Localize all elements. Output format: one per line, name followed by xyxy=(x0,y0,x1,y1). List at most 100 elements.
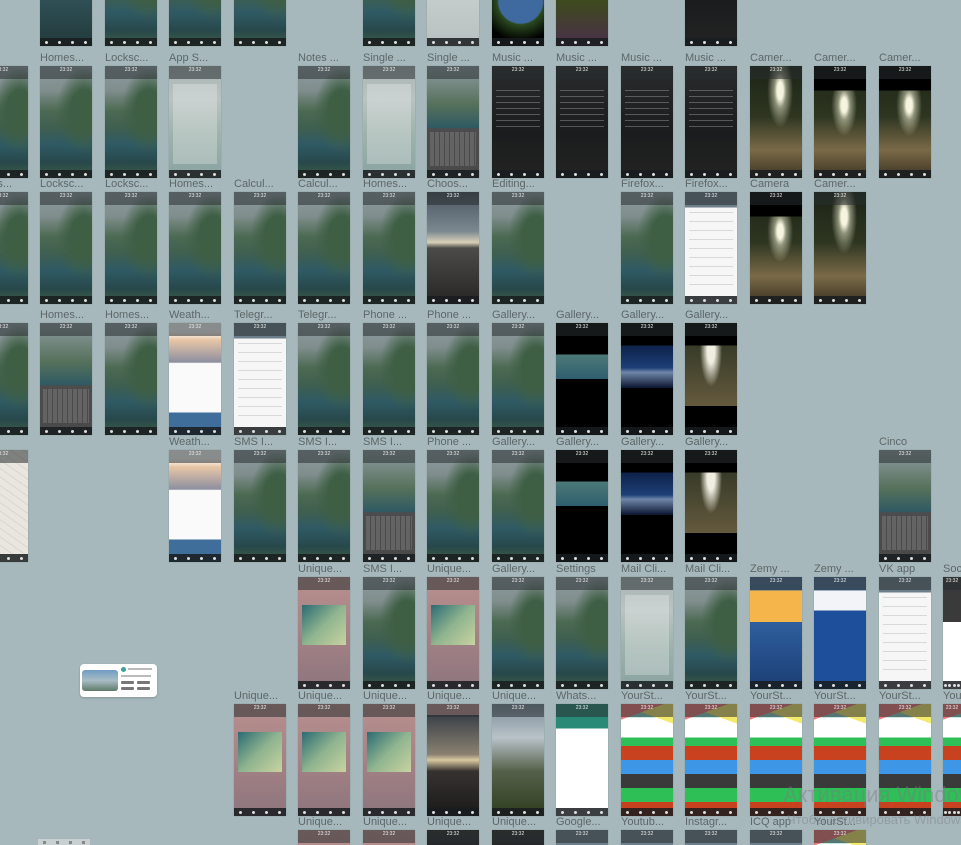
screen-frame-thumbnail[interactable]: 23:32 xyxy=(234,704,286,816)
screen-frame-thumbnail[interactable]: 23:32 xyxy=(621,192,673,304)
screen-frame-thumbnail[interactable]: 23:32 xyxy=(685,192,737,304)
screen-frame-thumbnail[interactable]: 23:32 xyxy=(105,192,157,304)
frame-label[interactable]: Whats... xyxy=(556,690,596,702)
frame-label[interactable]: Gallery... xyxy=(492,563,535,575)
frame-label[interactable]: SMS I... xyxy=(363,436,402,448)
frame-label[interactable]: Music ... xyxy=(492,52,533,64)
frame-label[interactable]: Homes... xyxy=(40,309,84,321)
screen-frame-thumbnail[interactable]: 23:32 xyxy=(492,192,544,304)
frame-label[interactable]: Gallery... xyxy=(492,309,535,321)
frame-label[interactable]: Homes... xyxy=(105,309,149,321)
frame-label[interactable]: SMS I... xyxy=(363,563,402,575)
screen-frame-thumbnail[interactable]: 23:32 xyxy=(621,323,673,435)
frame-label[interactable]: Camer... xyxy=(814,52,856,64)
frame-label[interactable]: Single ... xyxy=(427,52,470,64)
screen-frame-thumbnail[interactable]: 23:32 xyxy=(750,830,802,845)
screen-frame-thumbnail[interactable]: 23:32 xyxy=(298,830,350,845)
screen-frame-thumbnail[interactable]: 23:32 xyxy=(298,323,350,435)
screen-frame-thumbnail[interactable]: 23:32 xyxy=(492,66,544,178)
frame-label[interactable]: Firefox... xyxy=(621,178,664,190)
screen-frame-thumbnail[interactable]: 23:32 xyxy=(169,192,221,304)
tool-icon[interactable] xyxy=(43,840,46,844)
screen-frame-thumbnail[interactable]: 23:32 xyxy=(363,192,415,304)
screen-frame-thumbnail[interactable]: 23:32 xyxy=(427,66,479,178)
frame-label[interactable]: Locksc... xyxy=(40,178,83,190)
frame-label[interactable]: Camer... xyxy=(750,52,792,64)
frame-label[interactable]: Mail Cli... xyxy=(685,563,730,575)
screen-frame-thumbnail[interactable]: 23:32 xyxy=(685,0,737,46)
canvas-toolbar[interactable] xyxy=(38,839,90,845)
screen-frame-thumbnail[interactable]: 23:32 xyxy=(492,577,544,689)
screen-frame-thumbnail[interactable]: 23:32 xyxy=(556,450,608,562)
screen-frame-thumbnail[interactable]: 23:32 xyxy=(685,704,737,816)
screen-frame-thumbnail[interactable]: 23:32 xyxy=(556,577,608,689)
frame-label[interactable]: Youtub... xyxy=(621,816,664,828)
frame-label[interactable]: Calcul... xyxy=(234,178,274,190)
screen-frame-thumbnail[interactable]: 23:32 xyxy=(234,323,286,435)
screen-frame-thumbnail[interactable]: 23:32 xyxy=(363,577,415,689)
screen-frame-thumbnail[interactable]: 23:32 xyxy=(0,450,28,562)
frame-label[interactable]: Soc... xyxy=(943,563,961,575)
screen-frame-thumbnail[interactable]: 23:32 xyxy=(492,323,544,435)
screen-frame-thumbnail[interactable]: 23:32 xyxy=(0,66,28,178)
screen-frame-thumbnail[interactable]: 23:32 xyxy=(363,450,415,562)
frame-label[interactable]: YourSt... xyxy=(879,690,921,702)
screen-frame-thumbnail[interactable]: 23:32 xyxy=(105,0,157,46)
screen-frame-thumbnail[interactable]: 23:32 xyxy=(492,0,544,46)
frame-label[interactable]: Mail Cli... xyxy=(621,563,666,575)
frame-label[interactable]: YourSt... xyxy=(621,690,663,702)
screen-frame-thumbnail[interactable]: 23:32 xyxy=(492,450,544,562)
screen-frame-thumbnail[interactable]: 23:32 xyxy=(814,577,866,689)
frame-label[interactable]: Instagr... xyxy=(685,816,727,828)
screen-frame-thumbnail[interactable]: 23:32 xyxy=(685,323,737,435)
screen-frame-thumbnail[interactable]: 23:32 xyxy=(814,830,866,845)
screen-frame-thumbnail[interactable]: 23:32 xyxy=(685,450,737,562)
screen-frame-thumbnail[interactable]: 23:32 xyxy=(492,830,544,845)
frame-label[interactable]: Camer... xyxy=(814,178,856,190)
screen-frame-thumbnail[interactable]: 23:32 xyxy=(943,577,961,689)
frame-label[interactable]: Editing... xyxy=(492,178,535,190)
frame-label[interactable]: YourSt... xyxy=(685,690,727,702)
screen-frame-thumbnail[interactable]: 23:32 xyxy=(363,66,415,178)
frame-label[interactable]: VK app xyxy=(879,563,915,575)
frame-label[interactable]: Camera xyxy=(750,178,789,190)
screen-frame-thumbnail[interactable]: 23:32 xyxy=(556,323,608,435)
screen-frame-thumbnail[interactable]: 23:32 xyxy=(621,830,673,845)
frame-label[interactable]: Unique... xyxy=(427,563,471,575)
frame-label[interactable]: Phone ... xyxy=(427,436,471,448)
frame-label[interactable]: Telegr... xyxy=(298,309,337,321)
frame-label[interactable]: Cinco xyxy=(879,436,907,448)
screen-frame-thumbnail[interactable]: 23:32 xyxy=(40,323,92,435)
screen-frame-thumbnail[interactable]: 23:32 xyxy=(363,323,415,435)
frame-label[interactable]: Locksc... xyxy=(105,52,148,64)
screen-frame-thumbnail[interactable]: 23:32 xyxy=(556,704,608,816)
screen-frame-thumbnail[interactable]: 23:32 xyxy=(105,66,157,178)
tool-icon[interactable] xyxy=(82,840,85,844)
frame-label[interactable]: Telegr... xyxy=(234,309,273,321)
screen-frame-thumbnail[interactable]: 23:32 xyxy=(298,66,350,178)
screen-frame-thumbnail[interactable]: 23:32 xyxy=(814,66,866,178)
frame-label[interactable]: YourSt... xyxy=(750,690,792,702)
frame-label[interactable]: SMS I... xyxy=(234,436,273,448)
frame-label[interactable]: ICQ app xyxy=(750,816,791,828)
screen-frame-thumbnail[interactable]: 23:32 xyxy=(556,0,608,46)
frame-label[interactable]: Gallery... xyxy=(685,309,728,321)
tool-icon[interactable] xyxy=(56,840,59,844)
screen-frame-thumbnail[interactable]: 23:32 xyxy=(40,66,92,178)
screen-frame-thumbnail[interactable]: 23:32 xyxy=(750,192,802,304)
screen-frame-thumbnail[interactable]: 23:32 xyxy=(685,66,737,178)
screen-frame-thumbnail[interactable]: 23:32 xyxy=(621,450,673,562)
frame-label[interactable]: You... xyxy=(943,690,961,702)
screen-frame-thumbnail[interactable]: 23:32 xyxy=(621,577,673,689)
screen-frame-thumbnail[interactable]: 23:32 xyxy=(169,450,221,562)
screen-frame-thumbnail[interactable]: 23:32 xyxy=(427,0,479,46)
screen-frame-thumbnail[interactable]: 23:32 xyxy=(169,0,221,46)
frame-label[interactable]: Unique... xyxy=(492,816,536,828)
screen-frame-thumbnail[interactable]: 23:32 xyxy=(685,830,737,845)
screen-frame-thumbnail[interactable]: 23:32 xyxy=(427,192,479,304)
frame-label[interactable]: Homes... xyxy=(363,178,407,190)
screen-frame-thumbnail[interactable]: 23:32 xyxy=(234,192,286,304)
screen-frame-thumbnail[interactable]: 23:32 xyxy=(105,323,157,435)
frame-label[interactable]: Phone ... xyxy=(427,309,471,321)
frame-label[interactable]: Unique... xyxy=(234,690,278,702)
